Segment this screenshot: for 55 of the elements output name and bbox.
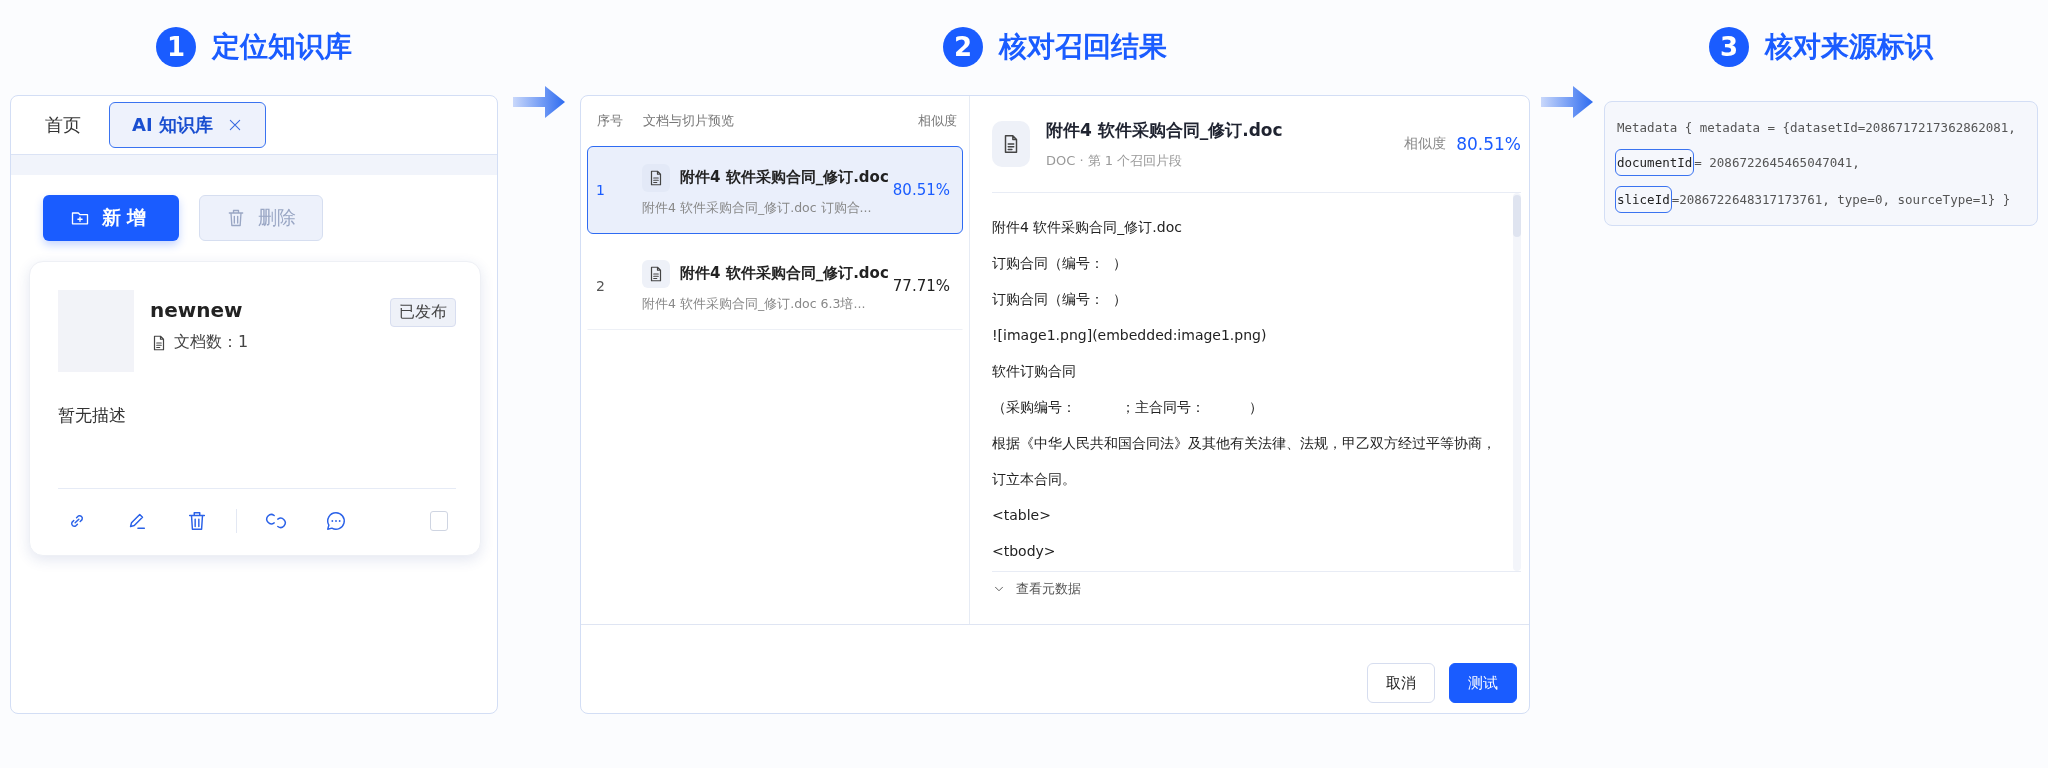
result-snippet: 附件4 软件采购合同_修订.doc 订购合... — [642, 199, 873, 217]
score-text: 80.51% — [892, 181, 950, 199]
result-snippet: 附件4 软件采购合同_修订.doc 6.3培... — [642, 295, 867, 313]
step-number-badge: 3 — [1709, 27, 1749, 67]
column-header: 相似度 — [918, 112, 957, 130]
content-line: 订立本合同。 — [992, 470, 1077, 489]
step-title: 定位知识库 — [212, 29, 352, 65]
code-text: Metadata { metadata = {datasetId=2086717217362862081, — [1616, 119, 2016, 137]
test-button[interactable]: 测试 — [1449, 663, 1517, 703]
arrow-icon — [513, 86, 565, 118]
description-text: 暂无描述 — [58, 404, 456, 489]
content-line: 附件4 软件采购合同_修订.doc — [992, 218, 1183, 237]
arrow-icon — [1541, 86, 1593, 118]
cancel-button[interactable]: 取消 — [1367, 663, 1435, 703]
add-button[interactable]: 新增 — [43, 195, 179, 241]
row-index: 2 — [596, 278, 606, 294]
result-title: 附件4 软件采购合同_修订.doc — [680, 264, 889, 283]
content-line: （采购编号： ；主合同号： ） — [992, 398, 1264, 417]
content-line: 订购合同（编号： ） — [992, 254, 1128, 273]
trash-icon[interactable] — [186, 510, 208, 532]
detail-title: 附件4 软件采购合同_修订.doc — [1046, 118, 1284, 142]
content-line: 订购合同（编号： ） — [992, 290, 1128, 309]
step-number-badge: 1 — [156, 27, 196, 67]
detail-subtitle: DOC · 第 1 个召回片段 — [1046, 151, 1184, 170]
score-label: 相似度 — [1404, 135, 1447, 153]
step-number-badge: 2 — [943, 27, 983, 67]
chat-icon[interactable] — [325, 510, 347, 532]
row-index: 1 — [596, 182, 606, 198]
tab[interactable]: 首页 — [41, 103, 85, 147]
doc-count-text: 文档数：1 — [174, 332, 249, 353]
code-text: =2086722648317173761, type=0, sourceType=1} } — [1671, 191, 2011, 209]
highlighted-key: documentId — [1615, 149, 1695, 176]
score-value: 80.51% — [1456, 134, 1521, 154]
checkbox[interactable] — [430, 511, 448, 531]
tab[interactable]: AI 知识库 — [109, 102, 266, 148]
result-title: 附件4 软件采购合同_修订.doc — [680, 168, 889, 187]
result-row[interactable]: 1 附件4 软件采购合同_修订.doc 附件4 软件采购合同_修订.doc 订购合... 80.51% — [587, 146, 963, 234]
metadata-toggle[interactable]: 查看元数据 — [992, 572, 1081, 606]
scrollbar-thumb[interactable] — [1513, 195, 1521, 237]
content-line: ![image1.png](embedded:image1.png) — [992, 326, 1268, 345]
score-text: 77.71% — [892, 277, 950, 295]
step-title: 核对召回结果 — [999, 29, 1167, 65]
card-title: newnew — [150, 298, 244, 322]
content-line: 软件订购合同 — [992, 362, 1077, 381]
column-header: 文档与切片预览 — [643, 112, 735, 130]
column-header: 序号 — [597, 112, 624, 130]
highlighted-key: sliceId — [1615, 186, 1672, 213]
step-title: 核对来源标识 — [1765, 29, 1933, 65]
content-line: 根据《中华人民共和国合同法》及其他有关法律、法规，甲乙双方经过平等协商， — [992, 434, 1497, 453]
result-row[interactable]: 2 附件4 软件采购合同_修订.doc 附件4 软件采购合同_修订.doc 6.3培... 77.71% — [587, 242, 963, 330]
status-badge: 已发布 — [390, 298, 456, 327]
code-text: = 2086722645465047041, — [1694, 154, 1860, 172]
content-line: <table> — [992, 506, 1052, 525]
trash-icon — [226, 208, 246, 228]
content-line: <tbody> — [992, 542, 1057, 561]
